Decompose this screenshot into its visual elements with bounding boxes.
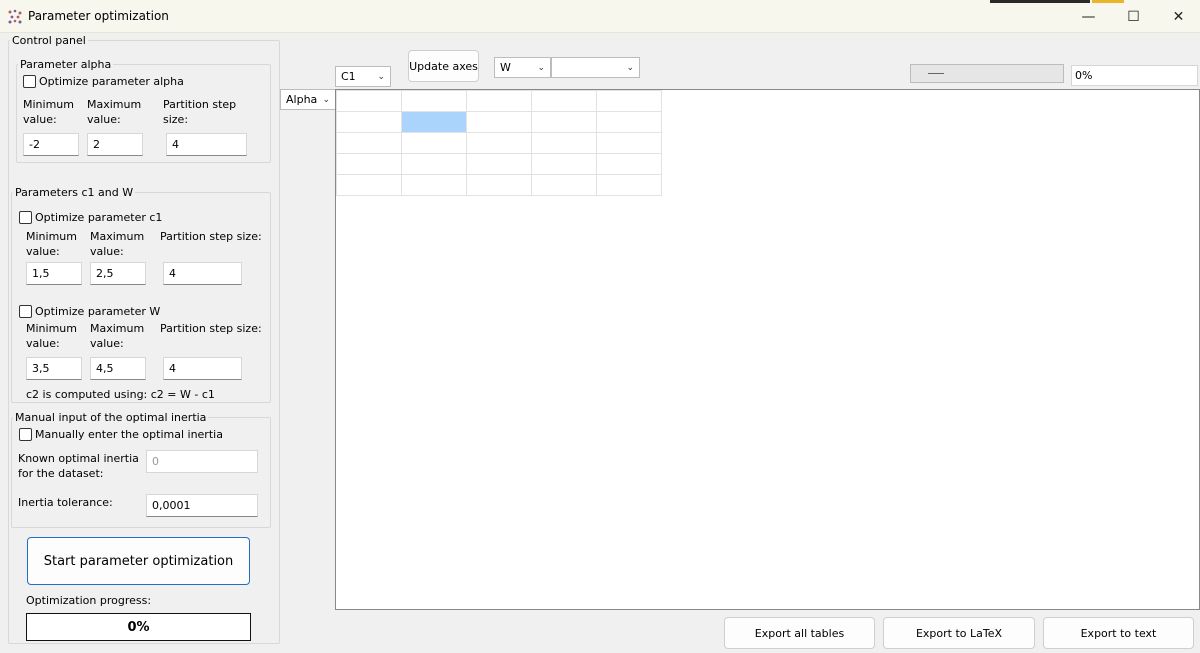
optimization-progress-bar: 0% bbox=[26, 613, 251, 641]
progress-text: 0% bbox=[127, 619, 150, 635]
table-cell[interactable] bbox=[596, 153, 662, 175]
w-min-label: Minimum value: bbox=[26, 322, 77, 350]
alpha-step-input[interactable]: 4 bbox=[166, 133, 247, 156]
axis-w-value-combo[interactable]: ⌄ bbox=[551, 57, 640, 78]
manual-inertia-label: Manually enter the optimal inertia bbox=[35, 428, 223, 441]
table-cell[interactable] bbox=[336, 153, 402, 175]
row-axis-value: Alpha bbox=[286, 93, 318, 106]
table-row bbox=[336, 153, 662, 175]
table-cell[interactable] bbox=[596, 111, 662, 133]
w-min-input[interactable]: 3,5 bbox=[26, 357, 82, 380]
alpha-group-legend: Parameter alpha bbox=[20, 58, 112, 71]
table-cell-selected[interactable] bbox=[401, 111, 467, 133]
optimize-w-label: Optimize parameter W bbox=[35, 305, 161, 318]
axis-x-combo[interactable]: C1 ⌄ bbox=[335, 66, 391, 87]
table-cell[interactable] bbox=[531, 174, 597, 196]
minimize-icon[interactable]: — bbox=[1066, 0, 1111, 33]
window-title: Parameter optimization bbox=[28, 9, 169, 23]
table-row bbox=[336, 90, 662, 112]
optimize-c1-checkbox[interactable]: Optimize parameter c1 bbox=[19, 211, 162, 224]
title-bar: Parameter optimization — ☐ ✕ bbox=[0, 0, 1200, 33]
start-optimization-button[interactable]: Start parameter optimization bbox=[27, 537, 250, 585]
known-inertia-input[interactable]: 0 bbox=[146, 450, 258, 473]
maximize-icon[interactable]: ☐ bbox=[1111, 0, 1156, 33]
export-text-button[interactable]: Export to text bbox=[1043, 617, 1194, 649]
table-cell[interactable] bbox=[596, 132, 662, 154]
control-panel-legend: Control panel bbox=[12, 34, 86, 47]
app-icon bbox=[8, 9, 22, 24]
table-cell[interactable] bbox=[531, 111, 597, 133]
axis-w-combo[interactable]: W ⌄ bbox=[494, 57, 551, 78]
table-cell[interactable] bbox=[531, 90, 597, 112]
table-cell[interactable] bbox=[531, 153, 597, 175]
optimize-alpha-checkbox[interactable]: Optimize parameter alpha bbox=[23, 75, 184, 88]
w-step-input[interactable]: 4 bbox=[163, 357, 242, 380]
checkbox-box[interactable] bbox=[19, 211, 32, 224]
table-cell[interactable] bbox=[531, 132, 597, 154]
c1-step-input[interactable]: 4 bbox=[163, 262, 242, 285]
optimization-progress-label: Optimization progress: bbox=[26, 594, 152, 607]
export-all-tables-button[interactable]: Export all tables bbox=[724, 617, 875, 649]
inertia-tolerance-input[interactable]: 0,0001 bbox=[146, 494, 258, 517]
progress-dash bbox=[928, 73, 944, 74]
known-inertia-label: Known optimal inertia for the dataset: bbox=[18, 452, 139, 480]
table-cell[interactable] bbox=[401, 174, 467, 196]
manual-inertia-legend: Manual input of the optimal inertia bbox=[15, 411, 207, 424]
table-row bbox=[336, 174, 662, 196]
table-cell[interactable] bbox=[336, 132, 402, 154]
axis-w-value: W bbox=[500, 61, 511, 74]
w-max-label: Maximum value: bbox=[90, 322, 145, 350]
c1-max-label: Maximum value: bbox=[90, 230, 145, 258]
optimize-alpha-label: Optimize parameter alpha bbox=[39, 75, 184, 88]
optimize-c1-label: Optimize parameter c1 bbox=[35, 211, 163, 224]
table-cell[interactable] bbox=[466, 132, 532, 154]
w-max-input[interactable]: 4,5 bbox=[90, 357, 146, 380]
manual-inertia-checkbox[interactable]: Manually enter the optimal inertia bbox=[19, 428, 223, 441]
results-table bbox=[336, 90, 662, 196]
table-cell[interactable] bbox=[401, 132, 467, 154]
c1-step-label: Partition step size: bbox=[160, 230, 262, 243]
table-cell[interactable] bbox=[336, 174, 402, 196]
chevron-down-icon: ⌄ bbox=[537, 62, 545, 73]
alpha-max-label: Maximum value: bbox=[87, 98, 142, 126]
table-row bbox=[336, 132, 662, 154]
table-cell[interactable] bbox=[336, 111, 402, 133]
table-row bbox=[336, 111, 662, 133]
table-cell[interactable] bbox=[596, 174, 662, 196]
chevron-down-icon: ⌄ bbox=[322, 94, 330, 105]
table-cell[interactable] bbox=[466, 153, 532, 175]
export-latex-button[interactable]: Export to LaTeX bbox=[883, 617, 1035, 649]
alpha-min-input[interactable]: -2 bbox=[23, 133, 79, 156]
table-cell[interactable] bbox=[401, 90, 467, 112]
alpha-min-label: Minimum value: bbox=[23, 98, 74, 126]
c1-min-input[interactable]: 1,5 bbox=[26, 262, 82, 285]
c1-max-input[interactable]: 2,5 bbox=[90, 262, 146, 285]
checkbox-box[interactable] bbox=[23, 75, 36, 88]
optimize-w-checkbox[interactable]: Optimize parameter W bbox=[19, 305, 160, 318]
update-axes-button[interactable]: Update axes bbox=[408, 50, 479, 82]
table-cell[interactable] bbox=[466, 111, 532, 133]
checkbox-box[interactable] bbox=[19, 305, 32, 318]
chevron-down-icon: ⌄ bbox=[377, 71, 385, 82]
close-icon[interactable]: ✕ bbox=[1156, 0, 1200, 33]
alpha-step-label: Partition step size: bbox=[163, 98, 237, 126]
checkbox-box[interactable] bbox=[19, 428, 32, 441]
w-step-label: Partition step size: bbox=[160, 322, 262, 335]
table-cell[interactable] bbox=[336, 90, 402, 112]
c1-min-label: Minimum value: bbox=[26, 230, 77, 258]
row-axis-combo[interactable]: Alpha ⌄ bbox=[280, 89, 336, 110]
axis-x-value: C1 bbox=[341, 70, 356, 83]
table-cell[interactable] bbox=[466, 90, 532, 112]
top-progress-bar bbox=[910, 64, 1064, 83]
top-progress-text: 0% bbox=[1071, 65, 1198, 86]
table-cell[interactable] bbox=[466, 174, 532, 196]
c1w-group-legend: Parameters c1 and W bbox=[15, 186, 134, 199]
inertia-tolerance-label: Inertia tolerance: bbox=[18, 496, 113, 509]
alpha-max-input[interactable]: 2 bbox=[87, 133, 143, 156]
table-cell[interactable] bbox=[401, 153, 467, 175]
c2-note: c2 is computed using: c2 = W - c1 bbox=[26, 388, 215, 401]
table-cell[interactable] bbox=[596, 90, 662, 112]
results-grid[interactable] bbox=[335, 89, 1200, 610]
chevron-down-icon: ⌄ bbox=[626, 62, 634, 73]
